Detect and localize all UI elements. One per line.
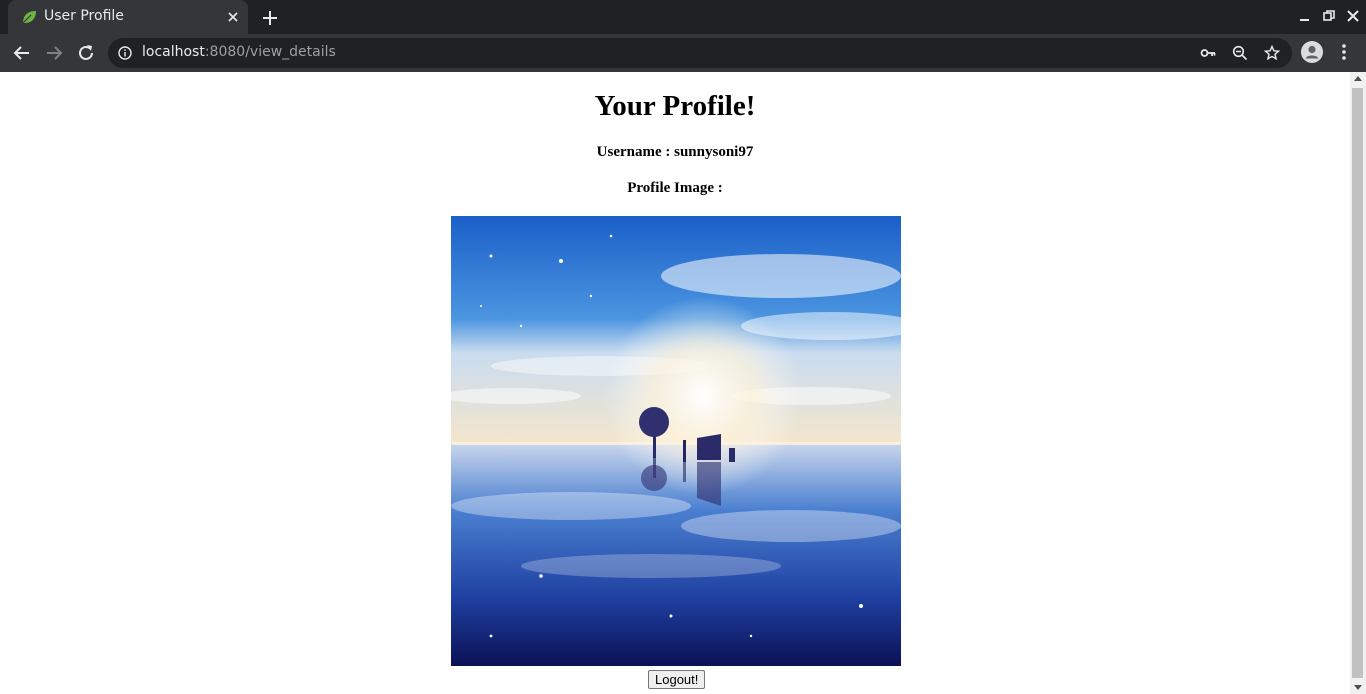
- page-content: Your Profile! Username : sunnysoni97 Pro…: [0, 72, 1350, 694]
- info-icon[interactable]: [118, 46, 132, 60]
- profile-image-label: Profile Image :: [627, 180, 723, 196]
- minimize-icon[interactable]: [1297, 8, 1313, 24]
- tab-title: User Profile: [44, 8, 124, 24]
- menu-kebab-icon[interactable]: [1336, 42, 1352, 62]
- reload-icon[interactable]: [76, 43, 96, 63]
- close-window-icon[interactable]: [1345, 8, 1361, 24]
- tab-strip: User Profile: [0, 0, 1366, 34]
- url-host: localhost: [142, 44, 205, 60]
- url-path: :8080/view_details: [204, 44, 336, 60]
- scroll-down-arrow-icon[interactable]: [1354, 685, 1362, 690]
- key-icon[interactable]: [1200, 45, 1216, 61]
- scrollbar[interactable]: [1350, 72, 1366, 694]
- zoom-out-icon[interactable]: [1232, 45, 1248, 61]
- username-text: Username : sunnysoni97: [596, 144, 754, 160]
- url-text: localhost:8080/view_details: [142, 44, 336, 60]
- bookmark-star-icon[interactable]: [1264, 45, 1280, 61]
- new-tab-icon[interactable]: [260, 8, 280, 28]
- profile-image: [451, 216, 901, 666]
- page-title: Your Profile!: [594, 90, 756, 122]
- scrollbar-thumb[interactable]: [1352, 88, 1363, 678]
- profile-avatar-icon[interactable]: [1301, 41, 1323, 63]
- address-bar[interactable]: localhost:8080/view_details: [108, 38, 1292, 68]
- forward-icon[interactable]: [44, 43, 64, 63]
- restore-icon[interactable]: [1321, 8, 1337, 24]
- leaf-icon: [22, 11, 36, 24]
- logout-button[interactable]: Logout!: [648, 670, 706, 689]
- close-tab-icon[interactable]: [225, 9, 241, 25]
- browser-toolbar: localhost:8080/view_details: [0, 34, 1366, 72]
- scroll-up-arrow-icon[interactable]: [1354, 76, 1362, 81]
- back-icon[interactable]: [12, 43, 32, 63]
- tab-user-profile[interactable]: User Profile: [8, 0, 248, 34]
